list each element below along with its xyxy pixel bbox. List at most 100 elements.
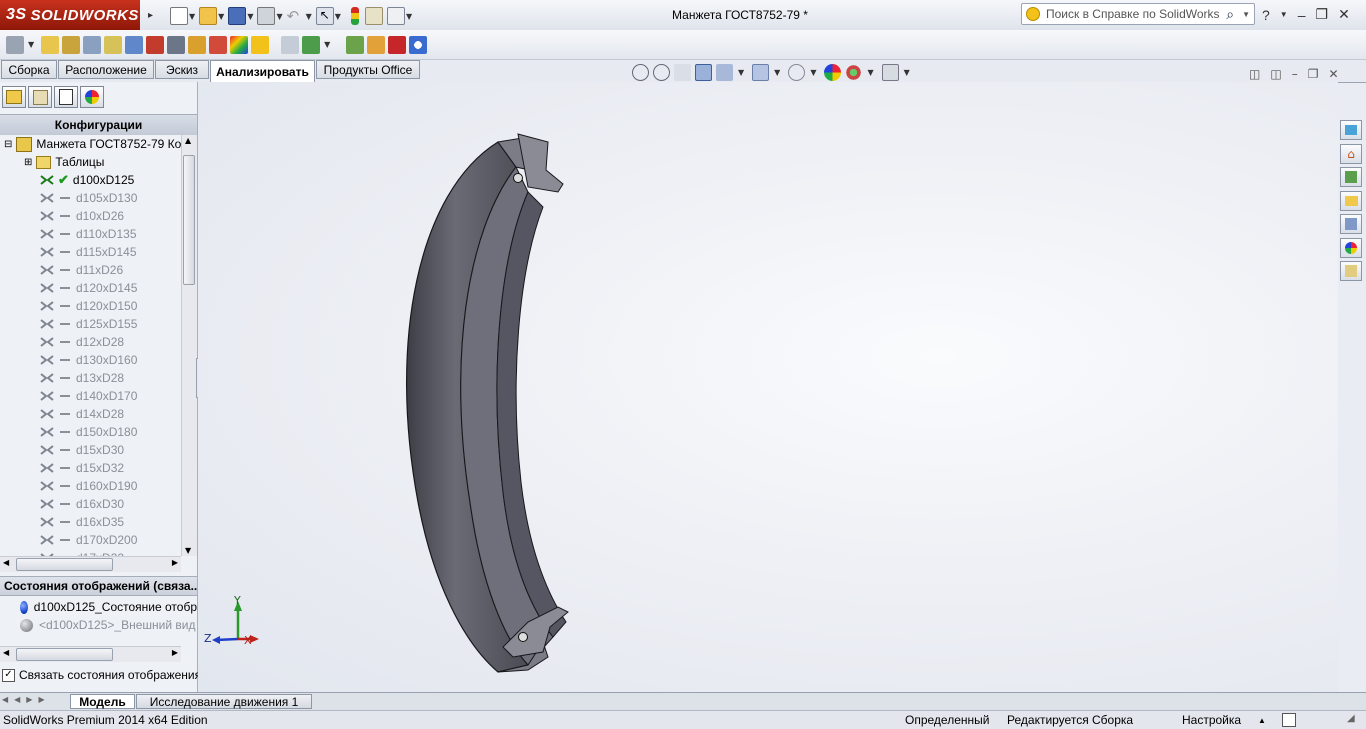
print-icon[interactable] (257, 7, 276, 25)
collapse-minus-icon[interactable]: ⊟ (4, 139, 12, 150)
resize-grip-icon[interactable]: ◢ (1347, 713, 1355, 724)
view-orientation-icon[interactable] (716, 64, 733, 81)
reference-geometry-icon[interactable] (167, 35, 186, 54)
chevron-down-icon[interactable]: ▼ (1242, 10, 1250, 19)
exploded-view-icon[interactable] (230, 35, 249, 54)
scrollbar-thumb[interactable] (183, 155, 195, 285)
model-render[interactable] (198, 82, 1338, 692)
chevron-down-icon[interactable]: ▼ (247, 12, 253, 21)
tree-root-row[interactable]: ⊟ Манжета ГОСТ8752-79 Ко (4, 135, 181, 153)
tile-view-icon[interactable]: ◫ (1270, 67, 1281, 81)
close-icon[interactable]: ✕ (1338, 6, 1350, 23)
configuration-item[interactable]: d125xD155 (40, 315, 137, 333)
chevron-down-icon[interactable]: ▼ (335, 12, 341, 21)
hole-alignment-icon[interactable] (346, 35, 365, 54)
linear-pattern-icon[interactable] (83, 35, 102, 54)
tab-layout[interactable]: Расположение (58, 60, 154, 79)
configuration-item[interactable]: d11xD26 (40, 261, 123, 279)
configuration-item[interactable]: d140xD170 (40, 387, 137, 405)
custom-properties-icon[interactable] (1340, 261, 1362, 281)
help-menu-chevron-icon[interactable]: ▼ (1280, 10, 1288, 19)
configuration-item[interactable]: d16xD30 (40, 495, 124, 513)
link-display-states-checkbox[interactable]: ✓ (2, 668, 15, 682)
tab-motion-study[interactable]: Исследование движения 1 (136, 694, 312, 709)
graphics-area[interactable]: Y X Z (198, 82, 1338, 692)
display-states-horizontal-scrollbar[interactable]: ◀ ▶ (0, 646, 181, 662)
chevron-down-icon[interactable]: ▼ (306, 12, 312, 21)
settings-up-arrow-icon[interactable]: ▲ (1258, 716, 1266, 725)
save-icon[interactable] (228, 7, 247, 25)
chevron-down-icon[interactable]: ▼ (867, 68, 873, 77)
chevron-down-icon[interactable]: ▼ (324, 40, 330, 49)
scroll-right-arrow-icon[interactable]: ▶ (172, 648, 178, 657)
restore-icon[interactable]: ❐ (1316, 6, 1329, 23)
scroll-up-arrow-icon[interactable]: ▲ (185, 136, 191, 145)
scrollbar-thumb[interactable] (16, 558, 113, 571)
tab-analyze[interactable]: Анализировать (210, 60, 315, 82)
configuration-item[interactable]: d14xD28 (40, 405, 124, 423)
view-palette-icon[interactable] (1340, 214, 1362, 234)
configuration-item[interactable]: d110xD135 (40, 225, 137, 243)
chevron-down-icon[interactable]: ▼ (28, 40, 34, 49)
configuration-item[interactable]: d10xD26 (40, 207, 124, 225)
editing-state[interactable]: Редактируется Сборка (1007, 713, 1133, 727)
edit-appearance-icon[interactable] (824, 64, 842, 81)
file-properties-icon[interactable] (364, 7, 383, 25)
zoom-to-area-icon[interactable] (653, 64, 670, 81)
move-component-icon[interactable] (104, 35, 123, 54)
scroll-left-arrow-icon[interactable]: ◀ (3, 648, 9, 657)
instant3d-icon[interactable] (251, 35, 270, 54)
configuration-manager-tab[interactable] (54, 86, 78, 108)
split-view-icon[interactable]: ◫ (1249, 67, 1260, 81)
section-properties-icon[interactable] (409, 35, 428, 54)
doc-minimize-icon[interactable]: – (1292, 67, 1298, 81)
logo-menu-arrow-icon[interactable]: ▸ (148, 10, 153, 21)
search-input[interactable]: Поиск в Справке по SolidWorks (1046, 7, 1220, 21)
open-folder-icon[interactable] (199, 7, 218, 25)
previous-view-icon[interactable] (674, 64, 691, 81)
chevron-down-icon[interactable]: ▼ (904, 68, 910, 77)
settings-label[interactable]: Настройка (1182, 713, 1241, 727)
options-icon[interactable] (386, 7, 405, 25)
configuration-item[interactable]: d12xD28 (40, 333, 124, 351)
apply-scene-icon[interactable] (845, 64, 863, 81)
undo-icon[interactable]: ↶ (287, 7, 305, 25)
configuration-item[interactable]: d120xD150 (40, 297, 137, 315)
tab-scroll-arrows-icon[interactable]: ◀◀▶▶ (2, 695, 51, 704)
configuration-item[interactable]: d150xD180 (40, 423, 137, 441)
scroll-down-arrow-icon[interactable]: ▼ (185, 546, 191, 555)
chevron-down-icon[interactable]: ▼ (810, 68, 816, 77)
configuration-item[interactable]: d13xD28 (40, 369, 124, 387)
configuration-item[interactable]: d105xD130 (40, 189, 137, 207)
zoom-to-fit-icon[interactable] (632, 64, 649, 81)
search-icon[interactable]: ⌕ (1226, 6, 1234, 23)
display-state-item[interactable]: <d100xD125>_Внешний вид (0, 616, 197, 634)
tab-assembly[interactable]: Сборка (1, 60, 57, 79)
clearance-verification-icon[interactable] (302, 35, 321, 54)
hide-show-items-icon[interactable] (788, 64, 806, 81)
configuration-item[interactable]: d17xD32 (40, 549, 124, 556)
mass-properties-icon[interactable] (388, 35, 407, 54)
interference-detection-icon[interactable] (281, 35, 300, 54)
show-hidden-icon[interactable] (125, 35, 144, 54)
chevron-down-icon[interactable]: ▼ (774, 68, 780, 77)
display-style-icon[interactable] (752, 64, 770, 81)
quick-tips-icon[interactable] (1282, 713, 1296, 727)
select-cursor-icon[interactable]: ↖ (315, 7, 334, 25)
display-state-item[interactable]: d100xD125_Состояние отобр (0, 598, 197, 616)
new-motion-study-icon[interactable] (188, 35, 207, 54)
expand-plus-icon[interactable]: ⊞ (24, 157, 32, 168)
solidworks-resources-icon[interactable] (1340, 120, 1362, 140)
chevron-down-icon[interactable]: ▼ (189, 12, 195, 21)
chevron-down-icon[interactable]: ▼ (276, 12, 282, 21)
view-settings-icon[interactable] (881, 64, 899, 81)
configuration-item[interactable]: d130xD160 (40, 351, 137, 369)
configuration-item[interactable]: d15xD32 (40, 459, 124, 477)
mate-icon[interactable] (62, 35, 81, 54)
tab-model[interactable]: Модель (70, 694, 135, 709)
component-tools-icon[interactable] (6, 35, 24, 54)
rebuild-traffic-light-icon[interactable] (350, 7, 359, 25)
configuration-item[interactable]: d115xD145 (40, 243, 137, 261)
chevron-down-icon[interactable]: ▼ (218, 12, 224, 21)
section-view-icon[interactable] (695, 64, 712, 81)
